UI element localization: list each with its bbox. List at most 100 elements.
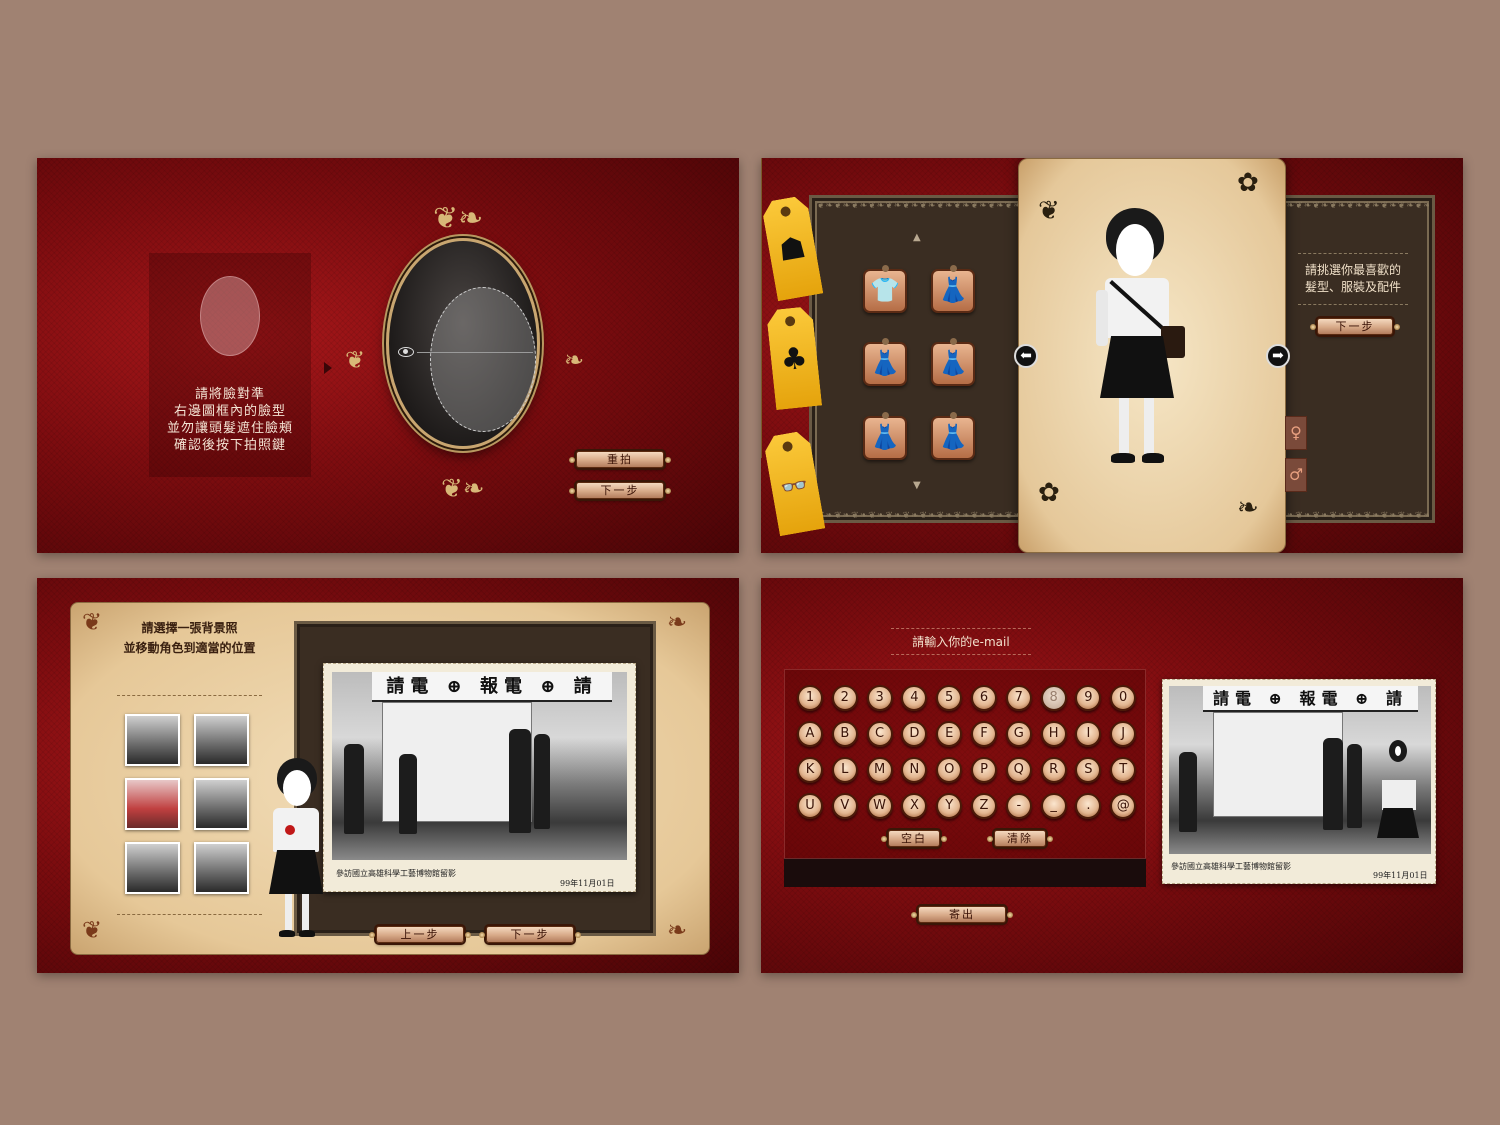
face-alignment-oval: [430, 287, 536, 432]
outfit-option-dark-qipao[interactable]: 👗: [931, 338, 975, 386]
key-T[interactable]: T: [1110, 757, 1137, 783]
instruction-line: 並勿讓頭髮遮住臉頰: [166, 421, 293, 436]
eye-icon: [398, 347, 414, 357]
key-0[interactable]: 0: [1110, 685, 1137, 711]
previous-step-button[interactable]: 上一步: [369, 926, 471, 943]
hanger-pin: [950, 412, 957, 419]
key-@[interactable]: @: [1110, 793, 1137, 819]
key-E[interactable]: E: [936, 721, 963, 747]
capture-instructions: 請將臉對準 右邊圖框內的臉型 並勿讓頭髮遮住臉頰 確認後按下拍照鍵: [149, 386, 311, 454]
hanger-pin: [882, 338, 889, 345]
key-H[interactable]: H: [1040, 721, 1067, 747]
outfit-option-qipao[interactable]: 👗: [931, 265, 975, 313]
dark-qipao-icon: 👗: [938, 349, 968, 377]
corner-flourish-icon: ❧: [667, 608, 688, 636]
background-thumbnail[interactable]: [125, 842, 180, 894]
key--[interactable]: -: [1005, 793, 1032, 819]
outfit-option-floral-dress[interactable]: 👗: [863, 338, 907, 386]
hanger-pin: [882, 412, 889, 419]
mirror-bottom-ornament-icon: ❦❧: [441, 474, 485, 504]
red-cross-badge-icon: [285, 825, 295, 835]
key-1[interactable]: 1: [797, 685, 823, 711]
photo-capture-screen: 請將臉對準 右邊圖框內的臉型 並勿讓頭髮遮住臉頰 確認後按下拍照鍵 ❦❧ ❦ ❧…: [37, 158, 739, 553]
key-K[interactable]: K: [797, 757, 823, 783]
previous-outfit-arrow-icon[interactable]: ⬅: [1014, 344, 1038, 368]
outfit-option-white-dress[interactable]: 👗: [931, 412, 975, 460]
next-outfit-arrow-icon[interactable]: ➡: [1266, 344, 1290, 368]
tag-hole: [780, 206, 792, 218]
key-J[interactable]: J: [1110, 721, 1137, 747]
corner-flourish-icon: ❦: [1038, 196, 1060, 226]
photo-caption: 參訪國立高雄科學工藝博物館留影: [336, 869, 456, 878]
key-W[interactable]: W: [866, 793, 893, 819]
background-thumbnail[interactable]: [194, 778, 249, 830]
key-3[interactable]: 3: [866, 685, 893, 711]
photo-caption: 參訪國立高雄科學工藝博物館留影: [1171, 862, 1291, 871]
face-placeholder: [1116, 224, 1154, 276]
plaid-dress-icon: 👗: [870, 423, 900, 451]
key-_[interactable]: _: [1040, 793, 1067, 819]
character-shoe: [279, 930, 295, 937]
next-step-button[interactable]: 下一步: [569, 482, 671, 499]
divider: [117, 914, 262, 915]
key-O[interactable]: O: [936, 757, 963, 783]
space-key[interactable]: 空白: [881, 830, 947, 847]
photo-date: 99年11月01日: [1373, 871, 1428, 880]
male-icon[interactable]: ♂: [1285, 458, 1307, 492]
outfit-option-plaid-dress[interactable]: 👗: [863, 412, 907, 460]
prompt-line: 請挑選你最喜歡的: [1304, 263, 1401, 277]
character-leg: [302, 894, 309, 932]
background-thumbnail[interactable]: [194, 842, 249, 894]
glasses-icon: 👓: [779, 472, 811, 503]
hair-icon: ☗: [775, 229, 809, 270]
key-Z[interactable]: Z: [971, 793, 997, 819]
photo-person: [399, 754, 417, 834]
character-leg: [1144, 398, 1154, 456]
photo-person: [1323, 738, 1343, 830]
photo-person: [534, 734, 550, 829]
next-step-button[interactable]: 下一步: [479, 926, 581, 943]
key-8[interactable]: 8: [1040, 685, 1067, 711]
hanger-pin: [950, 338, 957, 345]
scroll-up-icon[interactable]: ▲: [913, 232, 921, 243]
key-V[interactable]: V: [831, 793, 858, 819]
key-A[interactable]: A: [797, 721, 823, 747]
key-U[interactable]: U: [797, 793, 823, 819]
key-2[interactable]: 2: [831, 685, 858, 711]
send-button[interactable]: 寄出: [911, 906, 1013, 923]
key-Q[interactable]: Q: [1005, 757, 1032, 783]
background-thumbnail-selected[interactable]: [125, 778, 180, 830]
key-L[interactable]: L: [831, 757, 858, 783]
tag-hole: [785, 316, 796, 327]
key-G[interactable]: G: [1005, 721, 1032, 747]
instruction-line: 右邊圖框內的臉型: [173, 404, 286, 419]
key-M[interactable]: M: [866, 757, 893, 783]
key-5[interactable]: 5: [936, 685, 963, 711]
character-shirt: [273, 808, 319, 852]
key-R[interactable]: R: [1040, 757, 1067, 783]
background-thumbnail[interactable]: [125, 714, 180, 766]
retake-button[interactable]: 重拍: [569, 451, 671, 468]
character-shoe: [299, 930, 315, 937]
character-leg: [1119, 398, 1129, 456]
prompt-line: 並移動角色到適當的位置: [123, 641, 256, 655]
key-F[interactable]: F: [971, 721, 997, 747]
key-B[interactable]: B: [831, 721, 858, 747]
next-step-button[interactable]: 下一步: [1310, 318, 1400, 335]
key-7[interactable]: 7: [1005, 685, 1032, 711]
female-icon[interactable]: ♀: [1285, 416, 1307, 450]
key-P[interactable]: P: [971, 757, 997, 783]
outfit-option-blouse[interactable]: 👕: [863, 265, 907, 313]
scroll-down-icon[interactable]: ▼: [913, 480, 921, 491]
email-input-field[interactable]: [784, 858, 1146, 887]
key-6[interactable]: 6: [971, 685, 997, 711]
background-thumbnail[interactable]: [194, 714, 249, 766]
clear-key[interactable]: 清除: [987, 830, 1053, 847]
mirror-left-ornament-icon: ❦: [345, 346, 366, 374]
email-send-screen: 請輸入你的e-mail 1234567890ABCDEFGHIJKLMNOPQR…: [761, 578, 1463, 973]
corner-flourish-icon: ✿: [1237, 168, 1259, 198]
key-Y[interactable]: Y: [936, 793, 963, 819]
qipao-icon: 👗: [938, 276, 968, 304]
key-C[interactable]: C: [866, 721, 893, 747]
mirror-right-ornament-icon: ❧: [564, 346, 585, 374]
